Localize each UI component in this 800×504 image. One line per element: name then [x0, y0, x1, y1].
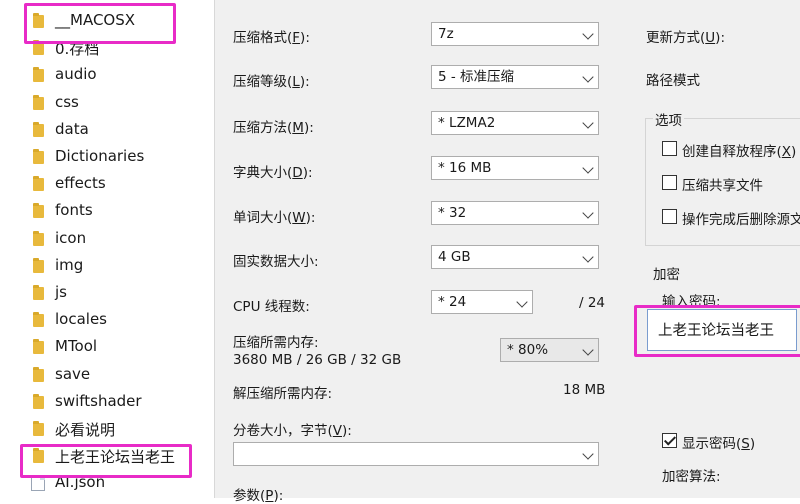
folder-icon: [33, 285, 44, 300]
folder-item[interactable]: swiftshader: [0, 389, 214, 415]
delete-label: 操作完成后删除源文: [682, 212, 800, 228]
shared-label: 压缩共享文件: [682, 178, 763, 194]
item-label: 必看说明: [55, 421, 116, 439]
folder-item[interactable]: fonts: [0, 198, 214, 224]
item-label: locales: [55, 310, 107, 328]
item-label: js: [55, 283, 67, 301]
folder-icon: [33, 258, 44, 273]
folder-icon: [33, 421, 44, 436]
shared-checkbox[interactable]: [662, 175, 677, 190]
folder-icon: [33, 67, 44, 82]
level-label: 压缩等级(L):: [233, 74, 310, 90]
folder-icon: [33, 95, 44, 110]
folder-item[interactable]: MTool: [0, 334, 214, 360]
update-label: 更新方式(U):: [646, 30, 725, 46]
mem-label: 压缩所需内存:: [233, 335, 319, 351]
word-select[interactable]: * 32: [431, 201, 599, 225]
folder-item[interactable]: img: [0, 253, 214, 279]
password-highlight: [634, 305, 800, 357]
threads-label: CPU 线程数:: [233, 299, 310, 315]
params-label: 参数(P):: [233, 488, 284, 504]
word-label: 单词大小(W):: [233, 210, 316, 226]
item-label: Dictionaries: [55, 147, 145, 165]
folder-icon: [33, 122, 44, 137]
decomp-value: 18 MB: [563, 382, 606, 398]
threads-select[interactable]: * 24: [431, 290, 533, 314]
folder-item[interactable]: save: [0, 362, 214, 388]
sfx-label: 创建自释放程序(X): [682, 144, 797, 160]
encryption-title: 加密: [653, 267, 680, 283]
chevron-down-icon: [582, 71, 594, 83]
mem-detail: 3680 MB / 26 GB / 32 GB: [233, 352, 402, 368]
explorer-panel: __MACOSX 0.存档 audio css data Dictionaries effe…: [0, 0, 214, 498]
folder-item[interactable]: locales: [0, 307, 214, 333]
folder-item[interactable]: js: [0, 280, 214, 306]
path-mode-label: 路径模式: [646, 73, 700, 89]
chevron-down-icon: [582, 28, 594, 40]
folder-icon: [33, 231, 44, 246]
folder-icon: [33, 203, 44, 218]
chevron-down-icon: [582, 117, 594, 129]
folder-icon: [33, 394, 44, 409]
show-password-label: 显示密码(S): [682, 436, 756, 452]
mem-select[interactable]: * 80%: [500, 338, 599, 362]
split-label: 分卷大小，字节(V):: [233, 423, 352, 439]
encryption-method-label: 加密算法:: [662, 469, 721, 485]
decomp-label: 解压缩所需内存:: [233, 386, 333, 402]
delete-checkbox[interactable]: [662, 209, 677, 224]
folder-icon: [33, 339, 44, 354]
folder-icon: [33, 149, 44, 164]
item-label: audio: [55, 65, 97, 83]
item-label: MTool: [55, 337, 98, 355]
folder-item[interactable]: css: [0, 90, 214, 116]
folder-item[interactable]: audio: [0, 62, 214, 88]
options-title: 选项: [653, 109, 684, 129]
threads-total: / 24: [579, 295, 606, 311]
folder-item[interactable]: effects: [0, 171, 214, 197]
item-label: data: [55, 120, 89, 138]
item-label: icon: [55, 229, 87, 247]
chevron-down-icon: [582, 448, 594, 460]
folder-item[interactable]: Dictionaries: [0, 144, 214, 170]
solid-label: 固实数据大小:: [233, 254, 319, 270]
chevron-down-icon: [582, 251, 594, 263]
chevron-down-icon: [582, 162, 594, 174]
level-select[interactable]: 5 - 标准压缩: [431, 65, 599, 89]
method-label: 压缩方法(M):: [233, 120, 314, 136]
folder-item[interactable]: 必看说明: [0, 416, 214, 442]
format-select[interactable]: 7z: [431, 22, 599, 46]
show-password-checkbox[interactable]: [662, 433, 677, 448]
split-select[interactable]: [233, 442, 599, 466]
folder-icon: [33, 367, 44, 382]
folder-icon: [33, 312, 44, 327]
item-label: css: [55, 93, 79, 111]
chevron-down-icon: [582, 207, 594, 219]
macosx-highlight: [24, 3, 176, 44]
sfx-checkbox[interactable]: [662, 141, 677, 156]
folder-item[interactable]: icon: [0, 226, 214, 252]
method-select[interactable]: * LZMA2: [431, 111, 599, 135]
format-label: 压缩格式(F):: [233, 30, 310, 46]
add-to-archive-dialog: 压缩格式(F): 7z 压缩等级(L): 5 - 标准压缩 压缩方法(M): *…: [214, 0, 800, 504]
dict-select[interactable]: * 16 MB: [431, 156, 599, 180]
solid-select[interactable]: 4 GB: [431, 245, 599, 269]
dict-label: 字典大小(D):: [233, 165, 313, 181]
item-label: swiftshader: [55, 392, 142, 410]
item-label: img: [55, 256, 84, 274]
forum-folder-highlight: [20, 444, 192, 478]
item-label: save: [55, 365, 91, 383]
item-label: fonts: [55, 201, 93, 219]
folder-icon: [33, 176, 44, 191]
item-label: effects: [55, 174, 106, 192]
chevron-down-icon: [582, 344, 594, 356]
folder-item[interactable]: data: [0, 117, 214, 143]
chevron-down-icon: [516, 296, 528, 308]
